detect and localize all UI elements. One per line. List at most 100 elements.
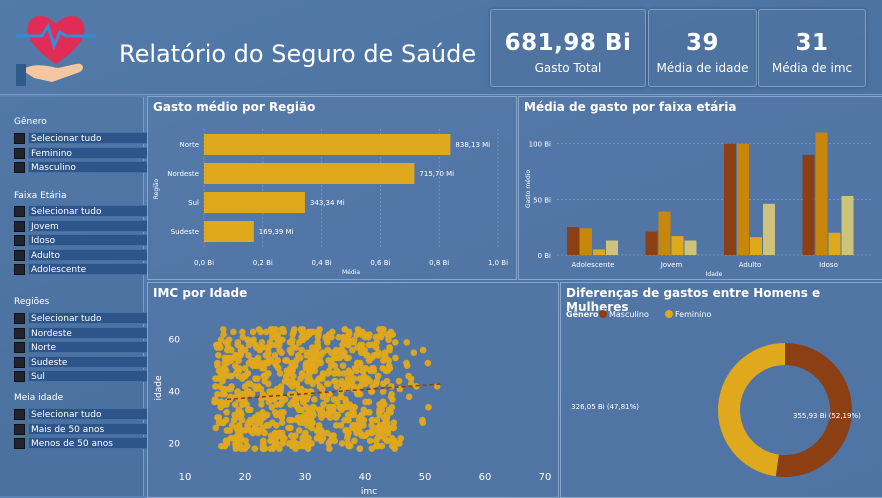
kpi-value: 681,98 Bi: [504, 30, 632, 56]
y-tick-label: 20: [169, 439, 181, 449]
panel-faixa-etaria: Média de gasto por faixa etária 0 Bi 50 B…: [518, 96, 882, 280]
scatter-point: [395, 377, 403, 385]
checkbox[interactable]: [14, 313, 25, 324]
scatter-point: [351, 437, 358, 445]
panel-imc-idade: IMC por Idade 10 20 30 40 50 60 70 20 40 60 imc ida…: [147, 282, 559, 498]
donut-slice: [775, 343, 852, 477]
x-axis-label: Média: [342, 269, 360, 276]
slicer-option[interactable]: Menos de 50 anos: [14, 437, 149, 450]
scatter-point: [390, 419, 398, 427]
checkbox[interactable]: [14, 409, 25, 420]
kpi-label: Média de idade: [656, 61, 749, 75]
chart-gasto-regiao[interactable]: 0,0 Bi 0,2 Bi 0,4 Bi 0,6 Bi 0,8 Bi 1,0 Bi Nort…: [148, 97, 516, 279]
slicer-option[interactable]: Mais de 50 anos: [14, 422, 149, 435]
legend-swatch: [665, 310, 673, 318]
checkbox[interactable]: [14, 356, 25, 368]
kpi-value: 31: [795, 30, 829, 56]
page-title: Relatório do Seguro de Saúde: [119, 40, 477, 68]
data-label: 169,39 Mi: [259, 228, 294, 236]
category-label: Sul: [188, 199, 199, 207]
kpi-label: Média de imc: [771, 61, 853, 75]
scatter-point: [323, 429, 331, 437]
y-axis-label: Região: [153, 178, 160, 199]
scatter-point: [302, 429, 309, 437]
slicer-option[interactable]: Norte: [14, 341, 149, 354]
slicer-option-label: Adolescente: [28, 263, 149, 276]
y-axis-label: idade: [154, 375, 164, 400]
slicer-option-label: Sudeste: [28, 355, 149, 368]
scatter-point: [383, 377, 391, 385]
x-tick-label: 0,0 Bi: [194, 259, 214, 267]
slicer-option-label: Idoso: [28, 234, 149, 247]
slicer-option[interactable]: Sudeste: [14, 355, 149, 368]
data-label: 326,05 Bi (47,81%): [571, 403, 639, 411]
slicer-option-label: Selecionar tudo: [28, 205, 149, 217]
checkbox[interactable]: [14, 264, 25, 276]
scatter-point: [254, 354, 262, 362]
bar: [671, 236, 684, 255]
chart-imc-idade[interactable]: 10 20 30 40 50 60 70204060imcidade: [148, 283, 558, 497]
scatter-point: [315, 421, 323, 429]
chart-genero-donut[interactable]: Gênero Masculino Feminino 355,93 Bi (52,19%…: [561, 283, 882, 497]
slicer-title-meia: Meia idade: [14, 393, 64, 403]
slicer-option[interactable]: Selecionar tudo: [14, 408, 149, 420]
checkbox[interactable]: [14, 220, 25, 232]
checkbox[interactable]: [14, 206, 25, 217]
checkbox[interactable]: [14, 162, 25, 174]
scatter-point: [338, 440, 346, 447]
checkbox[interactable]: [14, 235, 25, 247]
checkbox[interactable]: [14, 438, 25, 450]
checkbox[interactable]: [14, 423, 25, 435]
bar: [802, 154, 815, 255]
slicer-option[interactable]: Sul: [14, 370, 149, 383]
kpi-value: 39: [685, 30, 719, 56]
bar: [593, 249, 605, 255]
scatter-point: [234, 388, 241, 395]
slicer-option[interactable]: Selecionar tudo: [14, 312, 149, 324]
bar: [737, 143, 749, 255]
slicer-option[interactable]: Selecionar tudo: [14, 205, 149, 217]
x-tick-label: 0,4 Bi: [312, 259, 332, 267]
scatter-point: [294, 414, 302, 421]
scatter-point: [225, 336, 233, 344]
checkbox[interactable]: [14, 133, 25, 144]
slicer-option[interactable]: Idoso: [14, 234, 149, 247]
x-tick-label: 70: [539, 472, 552, 483]
health-logo-icon: [16, 15, 96, 86]
scatter-point: [277, 383, 285, 390]
slicer-option[interactable]: Nordeste: [14, 326, 149, 339]
slicer-option[interactable]: Masculino: [14, 161, 149, 174]
checkbox[interactable]: [14, 249, 25, 261]
category-label: Idoso: [819, 261, 838, 269]
bar: [204, 134, 451, 155]
scatter-point: [327, 403, 335, 411]
slicer-option[interactable]: Feminino: [14, 146, 149, 159]
category-label: Sudeste: [171, 228, 199, 236]
scatter-point: [295, 427, 303, 434]
kpi-gasto-total: 681,98 Bi Gasto Total: [490, 9, 646, 87]
slicer-option-label: Mais de 50 anos: [28, 422, 149, 435]
slicer-option[interactable]: Adulto: [14, 248, 149, 261]
scatter-point: [298, 370, 306, 377]
slicer-option[interactable]: Jovem: [14, 219, 149, 232]
scatter-point: [339, 362, 347, 369]
scatter-point: [388, 403, 396, 411]
checkbox[interactable]: [14, 147, 25, 159]
scatter-point: [299, 326, 307, 333]
slicer-title-regioes: Regiões: [14, 297, 50, 307]
scatter-point: [374, 372, 382, 380]
x-tick-label: 0,2 Bi: [253, 259, 273, 267]
kpi-label: Gasto Total: [534, 61, 602, 75]
slicer-option[interactable]: Selecionar tudo: [14, 132, 149, 144]
scatter-point: [218, 442, 225, 450]
bar: [606, 240, 618, 255]
checkbox[interactable]: [14, 342, 25, 354]
scatter-point: [345, 367, 353, 375]
scatter-point: [419, 346, 427, 354]
slicer-option[interactable]: Adolescente: [14, 263, 149, 276]
checkbox[interactable]: [14, 327, 25, 339]
chart-faixa-etaria[interactable]: 0 Bi 50 Bi 100 Bi Adolescente Jovem Adulto Ido…: [519, 97, 882, 279]
scatter-point: [278, 326, 286, 333]
checkbox[interactable]: [14, 371, 25, 383]
scatter-point: [338, 377, 345, 385]
